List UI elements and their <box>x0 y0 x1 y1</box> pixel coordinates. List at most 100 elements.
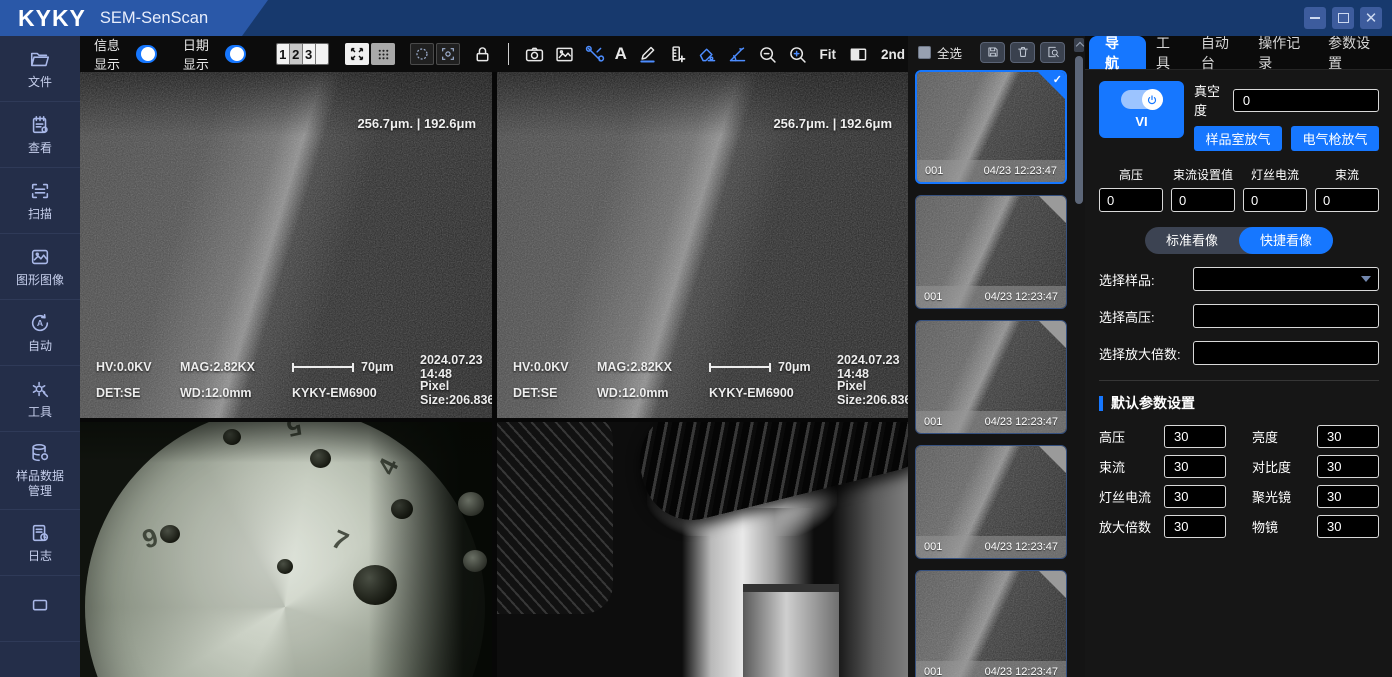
scroll-up-button[interactable] <box>1074 38 1084 52</box>
sidebar-item-sample-data[interactable]: 样品数据 管理 <box>0 432 80 510</box>
mag-select[interactable] <box>1193 341 1379 365</box>
filament-field-input[interactable] <box>1243 188 1307 212</box>
select-all-checkbox[interactable] <box>918 46 931 59</box>
pen-icon <box>637 44 658 65</box>
default-filament-label: 灯丝电流 <box>1099 487 1151 506</box>
layout-3-button[interactable]: 3 <box>303 44 316 64</box>
default-condenser-input[interactable] <box>1317 485 1379 508</box>
tab-auto-stage[interactable]: 自动台 <box>1191 36 1248 69</box>
circle-select-button[interactable] <box>410 43 434 65</box>
default-beam-input[interactable] <box>1164 455 1226 478</box>
repair-tools-button[interactable] <box>584 42 605 66</box>
default-parameters-grid: 高压 亮度 束流 对比度 灯丝电流 <box>1099 425 1379 538</box>
hv-field-input[interactable] <box>1099 188 1163 212</box>
scrollbar-thumb[interactable] <box>1075 56 1083 204</box>
default-objective-input[interactable] <box>1317 515 1379 538</box>
thumbnail-id: 001 <box>924 666 942 677</box>
vi-toggle[interactable] <box>1121 90 1163 109</box>
save-images-button[interactable] <box>980 42 1005 63</box>
hv-select[interactable] <box>1193 304 1379 328</box>
thumbnail-item[interactable]: ✓ 001 04/23 12:23:47 <box>915 70 1067 184</box>
angle-measure-button[interactable] <box>727 42 748 66</box>
navigation-tab-body: VI 真空度 样品室放气 电气枪放气 高压 <box>1085 70 1392 538</box>
sidebar-item-tools[interactable]: 工具 <box>0 366 80 432</box>
thumbnail-item[interactable]: 001 04/23 12:23:47 <box>915 195 1067 309</box>
chamber-camera-viewport[interactable] <box>497 422 908 677</box>
tab-tools[interactable]: 工具 <box>1146 36 1191 69</box>
sem-metadata-overlay: HV:0.0KV MAG:2.82KX 70μm 2024.07.23 14:4… <box>96 354 492 406</box>
viewport-grid: 256.7μm. | 192.6μm HV:0.0KV MAG:2.82KX 7… <box>80 72 908 677</box>
expand-view-button[interactable] <box>345 43 369 65</box>
sidebar-item-view[interactable]: 查看 <box>0 102 80 168</box>
vacuum-input[interactable] <box>1233 89 1379 112</box>
zoom-in-button[interactable] <box>787 42 808 66</box>
quick-imaging-button[interactable]: 快捷看像 <box>1239 227 1333 254</box>
preview-image-button[interactable] <box>1040 42 1065 63</box>
thumbnail-item[interactable]: 001 04/23 12:23:47 <box>915 570 1067 677</box>
maximize-button[interactable] <box>1332 7 1354 29</box>
hv-select-input[interactable] <box>1193 304 1379 328</box>
area-select-button[interactable] <box>436 43 460 65</box>
gun-vent-button[interactable]: 电气枪放气 <box>1291 126 1379 151</box>
layout-2-button[interactable]: 2 <box>290 44 303 64</box>
close-button[interactable]: ✕ <box>1360 7 1382 29</box>
sidebar-item-images[interactable]: 图形图像 <box>0 234 80 300</box>
lock-button[interactable] <box>472 42 493 66</box>
tab-operation-log[interactable]: 操作记录 <box>1248 36 1318 69</box>
sidebar-item-auto[interactable]: A 自动 <box>0 300 80 366</box>
default-filament-input[interactable] <box>1164 485 1226 508</box>
sidebar-item-scan[interactable]: 扫描 <box>0 168 80 234</box>
standard-imaging-button[interactable]: 标准看像 <box>1145 227 1239 254</box>
default-hv-input[interactable] <box>1164 425 1226 448</box>
measure-button[interactable] <box>667 42 688 66</box>
second-display-button[interactable]: 2nd <box>878 47 908 62</box>
imaging-mode-switch: 标准看像 快捷看像 <box>1145 227 1333 254</box>
stage-camera-viewport[interactable]: 9 7 4 5 <box>80 422 492 677</box>
sidebar-item-log[interactable]: 日志 <box>0 510 80 576</box>
eraser-button[interactable] <box>697 42 718 66</box>
sidebar-item-files[interactable]: 文件 <box>0 36 80 102</box>
default-brightness-input[interactable] <box>1317 425 1379 448</box>
text-annotation-button[interactable]: A <box>614 42 627 66</box>
default-contrast-input[interactable] <box>1317 455 1379 478</box>
capture-button[interactable] <box>524 42 545 66</box>
hv-readout: HV:0.0KV <box>513 360 597 374</box>
delete-images-button[interactable] <box>1010 42 1035 63</box>
beam-set-field-input[interactable] <box>1171 188 1235 212</box>
vi-power-box[interactable]: VI <box>1099 81 1184 138</box>
fit-button[interactable]: Fit <box>817 47 840 62</box>
thumbnail-item[interactable]: 001 04/23 12:23:47 <box>915 320 1067 434</box>
thumbnail-item[interactable]: 001 04/23 12:23:47 <box>915 445 1067 559</box>
grid-view-button[interactable] <box>371 43 395 65</box>
beam-field-input[interactable] <box>1315 188 1379 212</box>
default-mag-input[interactable] <box>1164 515 1226 538</box>
scale-bar-line <box>292 363 354 372</box>
chamber-connector <box>463 550 487 572</box>
check-icon: ✓ <box>1053 73 1062 86</box>
sem-viewport-2[interactable]: 256.7μm. | 192.6μm HV:0.0KV MAG:2.82KX 7… <box>497 72 908 418</box>
tab-parameter-settings[interactable]: 参数设置 <box>1318 36 1388 69</box>
split-view-button[interactable] <box>848 42 869 66</box>
title-slab: KYKY SEM-SenScan <box>0 0 268 36</box>
pixel-size-readout: Pixel Size:206.836nm <box>837 379 908 407</box>
date-display-toggle[interactable] <box>225 45 246 63</box>
layout-1-button[interactable]: 1 <box>277 44 290 64</box>
layout-4-button[interactable] <box>316 44 328 64</box>
thumbnail-id: 001 <box>924 416 942 428</box>
camera-icon <box>524 44 545 65</box>
tab-navigation[interactable]: 导航 <box>1089 36 1146 69</box>
chamber-vent-button[interactable]: 样品室放气 <box>1194 126 1282 151</box>
sidebar-item-partial[interactable] <box>0 576 80 642</box>
thumbnail-time: 04/23 12:23:47 <box>985 541 1058 553</box>
sem-viewport-1[interactable]: 256.7μm. | 192.6μm HV:0.0KV MAG:2.82KX 7… <box>80 72 492 418</box>
date-toggle-label: 日期显示 <box>183 35 212 73</box>
sample-select[interactable] <box>1193 267 1379 291</box>
draw-annotation-button[interactable] <box>637 42 658 66</box>
mag-select-input[interactable] <box>1193 341 1379 365</box>
sample-select-input[interactable] <box>1193 267 1379 291</box>
minimize-button[interactable] <box>1304 7 1326 29</box>
info-display-toggle[interactable] <box>136 45 157 63</box>
preview-icon <box>1046 45 1060 59</box>
zoom-out-button[interactable] <box>757 42 778 66</box>
snapshot-button[interactable] <box>554 42 575 66</box>
